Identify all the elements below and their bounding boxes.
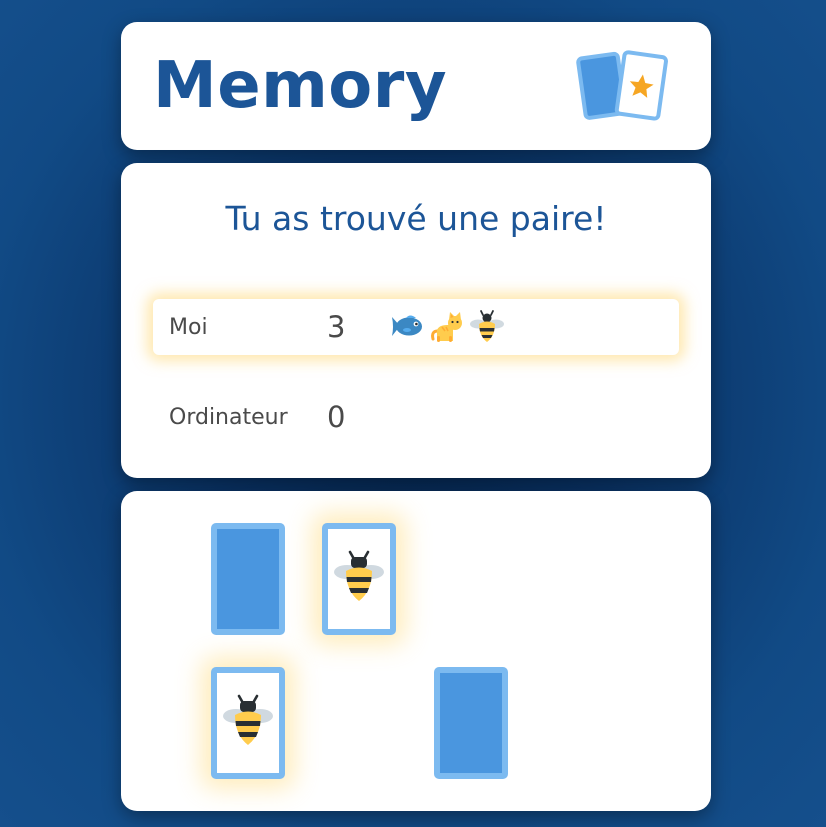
card-face-up[interactable] bbox=[211, 667, 285, 779]
cards-star-icon bbox=[576, 50, 668, 121]
cat-icon bbox=[431, 312, 462, 342]
player-row-me: Moi 3 bbox=[153, 299, 679, 355]
fish-icon bbox=[392, 315, 422, 336]
game-board bbox=[121, 491, 711, 811]
header-panel: Memory bbox=[121, 22, 711, 150]
app-title: Memory bbox=[153, 49, 448, 123]
status-message: Tu as trouvé une paire! bbox=[225, 199, 607, 238]
bee-icon bbox=[334, 550, 384, 601]
player-score: 0 bbox=[327, 400, 346, 434]
card-face-up[interactable] bbox=[322, 523, 396, 635]
bee-icon bbox=[470, 310, 504, 342]
player-row-computer: Ordinateur 0 bbox=[153, 389, 679, 445]
card-face-down[interactable] bbox=[434, 667, 508, 779]
player-name: Moi bbox=[169, 315, 208, 340]
found-pairs bbox=[389, 309, 505, 345]
player-score: 3 bbox=[327, 310, 346, 344]
card-face-down[interactable] bbox=[211, 523, 285, 635]
score-panel: Tu as trouvé une paire! Moi 3 Ordinateur… bbox=[121, 163, 711, 478]
bee-icon bbox=[223, 694, 273, 745]
player-name: Ordinateur bbox=[169, 405, 288, 430]
